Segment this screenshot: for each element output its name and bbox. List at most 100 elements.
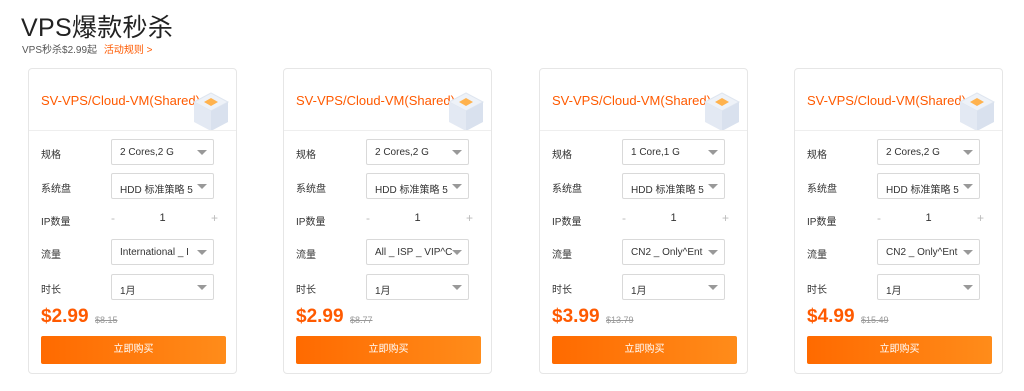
spec-label: 规格 [807,150,827,161]
caret-down-icon [452,250,462,255]
original-price: $8.15 [95,315,118,325]
disk-value: HDD 标准策略 5 [886,185,959,196]
card-title: SV-VPS/Cloud-VM(Shared) [807,93,966,108]
ip-count-value[interactable]: 1 [877,212,980,224]
duration-value: 1月 [375,286,391,297]
spec-label: 规格 [41,150,61,161]
subtitle-text: VPS秒杀$2.99起 [22,45,98,56]
disk-select[interactable]: HDD 标准策略 5 [877,173,980,199]
disk-select[interactable]: HDD 标准策略 5 [366,173,469,199]
card-header: SV-VPS/Cloud-VM(Shared) [284,69,491,131]
disk-label: 系统盘 [41,184,71,195]
ip-count-label: IP数量 [552,217,582,228]
spec-value: 2 Cores,2 G [120,147,174,158]
product-card: SV-VPS/Cloud-VM(Shared) 规格 2 Cores,2 G 系… [794,68,1003,374]
caret-down-icon [708,250,718,255]
caret-down-icon [452,184,462,189]
traffic-value: CN2 _ Only^Ent [886,247,958,258]
traffic-select[interactable]: All _ ISP _ VIP^C [366,239,469,265]
disk-select[interactable]: HDD 标准策略 5 [111,173,214,199]
increment-button[interactable]: + [977,211,984,225]
caret-down-icon [963,250,973,255]
duration-select[interactable]: 1月 [111,274,214,300]
activity-rules-link[interactable]: 活动规则 > [104,45,153,56]
spec-value: 1 Core,1 G [631,147,680,158]
increment-button[interactable]: + [466,211,473,225]
disk-row: 系统盘 HDD 标准策略 5 [284,173,491,199]
disk-row: 系统盘 HDD 标准策略 5 [29,173,236,199]
sale-price: $4.99 [807,306,855,327]
spec-select[interactable]: 2 Cores,2 G [366,139,469,165]
disk-label: 系统盘 [552,184,582,195]
traffic-label: 流量 [41,250,61,261]
ip-count-value[interactable]: 1 [622,212,725,224]
disk-select[interactable]: HDD 标准策略 5 [622,173,725,199]
card-title: SV-VPS/Cloud-VM(Shared) [41,93,200,108]
increment-button[interactable]: + [722,211,729,225]
increment-button[interactable]: + [211,211,218,225]
spec-value: 2 Cores,2 G [375,147,429,158]
duration-value: 1月 [631,286,647,297]
ip-count-stepper: - 1 + [877,206,984,232]
card-title: SV-VPS/Cloud-VM(Shared) [552,93,711,108]
spec-select[interactable]: 2 Cores,2 G [111,139,214,165]
traffic-select[interactable]: CN2 _ Only^Ent [622,239,725,265]
product-card: SV-VPS/Cloud-VM(Shared) 规格 2 Cores,2 G 系… [28,68,237,374]
traffic-select[interactable]: International _ I [111,239,214,265]
ip-count-value[interactable]: 1 [366,212,469,224]
cube-icon [958,92,996,130]
duration-label: 时长 [41,285,61,296]
spec-row: 规格 2 Cores,2 G [795,139,1002,165]
buy-now-button[interactable]: 立即购买 [552,336,737,364]
cube-icon [703,92,741,130]
traffic-label: 流量 [296,250,316,261]
ip-count-stepper: - 1 + [111,206,218,232]
spec-select[interactable]: 2 Cores,2 G [877,139,980,165]
caret-down-icon [452,285,462,290]
caret-down-icon [197,150,207,155]
page-subtitle: VPS秒杀$2.99起 活动规则 > [22,41,152,56]
duration-row: 时长 1月 [540,274,747,300]
caret-down-icon [197,250,207,255]
product-card: SV-VPS/Cloud-VM(Shared) 规格 2 Cores,2 G 系… [283,68,492,374]
caret-down-icon [197,285,207,290]
traffic-row: 流量 International _ I [29,239,236,265]
ip-count-value[interactable]: 1 [111,212,214,224]
duration-value: 1月 [886,286,902,297]
buy-now-button[interactable]: 立即购买 [807,336,992,364]
caret-down-icon [452,150,462,155]
card-title: SV-VPS/Cloud-VM(Shared) [296,93,455,108]
spec-row: 规格 2 Cores,2 G [284,139,491,165]
duration-label: 时长 [552,285,572,296]
cube-icon [192,92,230,130]
duration-select[interactable]: 1月 [622,274,725,300]
traffic-label: 流量 [807,250,827,261]
ip-count-label: IP数量 [41,217,71,228]
traffic-row: 流量 CN2 _ Only^Ent [540,239,747,265]
ip-count-row: IP数量 - 1 + [29,206,236,232]
original-price: $13.79 [606,315,634,325]
traffic-value: All _ ISP _ VIP^C [375,247,453,258]
ip-count-label: IP数量 [807,217,837,228]
original-price: $15.49 [861,315,889,325]
spec-select[interactable]: 1 Core,1 G [622,139,725,165]
disk-row: 系统盘 HDD 标准策略 5 [540,173,747,199]
buy-now-button[interactable]: 立即购买 [296,336,481,364]
buy-now-button[interactable]: 立即购买 [41,336,226,364]
disk-value: HDD 标准策略 5 [631,185,704,196]
caret-down-icon [708,285,718,290]
disk-value: HDD 标准策略 5 [120,185,193,196]
spec-value: 2 Cores,2 G [886,147,940,158]
card-header: SV-VPS/Cloud-VM(Shared) [795,69,1002,131]
traffic-select[interactable]: CN2 _ Only^Ent [877,239,980,265]
duration-select[interactable]: 1月 [366,274,469,300]
duration-select[interactable]: 1月 [877,274,980,300]
duration-value: 1月 [120,286,136,297]
product-card: SV-VPS/Cloud-VM(Shared) 规格 1 Core,1 G 系统… [539,68,748,374]
original-price: $8.77 [350,315,373,325]
ip-count-label: IP数量 [296,217,326,228]
disk-value: HDD 标准策略 5 [375,185,448,196]
duration-row: 时长 1月 [29,274,236,300]
card-header: SV-VPS/Cloud-VM(Shared) [29,69,236,131]
duration-row: 时长 1月 [795,274,1002,300]
